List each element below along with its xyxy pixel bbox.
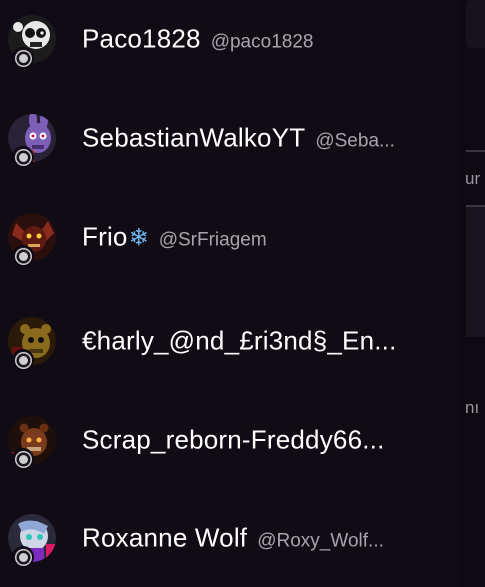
side-panel-block xyxy=(466,207,485,337)
status-badge-icon xyxy=(12,245,34,267)
avatar[interactable] xyxy=(8,114,56,168)
side-panel-text: ur xyxy=(465,169,481,188)
avatar[interactable] xyxy=(8,514,56,568)
user-handle: @SrFriagem xyxy=(158,229,267,251)
status-badge-icon xyxy=(12,448,34,470)
status-badge-icon xyxy=(12,146,34,168)
user-name: €harly_@nd_£ri3nd§_En... xyxy=(82,325,397,356)
side-panel-text: nı xyxy=(465,398,480,417)
user-name: Scrap_reborn-Freddy66... xyxy=(82,424,385,455)
avatar[interactable] xyxy=(8,213,56,267)
user-name: Paco1828 xyxy=(82,23,201,54)
list-item[interactable]: €harly_@nd_£ri3nd§_En... xyxy=(0,292,462,390)
user-list: Paco1828 @paco1828 SebastianWalkoYT @Seb… xyxy=(0,0,462,587)
user-name: SebastianWalkoYT xyxy=(82,122,306,153)
avatar[interactable] xyxy=(8,416,56,470)
list-item[interactable]: Frio ❄ @SrFriagem xyxy=(0,188,462,286)
status-badge-icon xyxy=(12,349,34,371)
list-item[interactable]: Paco1828 @paco1828 xyxy=(0,0,462,88)
avatar[interactable] xyxy=(8,15,56,69)
side-divider xyxy=(466,150,485,152)
side-panel-header xyxy=(466,0,485,48)
user-handle: @paco1828 xyxy=(210,31,314,53)
user-name: Roxanne Wolf xyxy=(82,522,248,553)
status-badge-icon xyxy=(12,546,34,568)
avatar[interactable] xyxy=(8,317,56,371)
list-item[interactable]: Scrap_reborn-Freddy66... xyxy=(0,391,462,489)
snowflake-icon: ❄ xyxy=(128,224,149,252)
list-item[interactable]: Roxanne Wolf @Roxy_Wolf... xyxy=(0,489,462,587)
list-item[interactable]: SebastianWalkoYT @Seba... xyxy=(0,89,462,187)
status-badge-icon xyxy=(12,47,34,69)
user-handle: @Seba... xyxy=(315,130,395,152)
user-name: Frio xyxy=(82,221,128,252)
user-handle: @Roxy_Wolf... xyxy=(257,530,384,552)
